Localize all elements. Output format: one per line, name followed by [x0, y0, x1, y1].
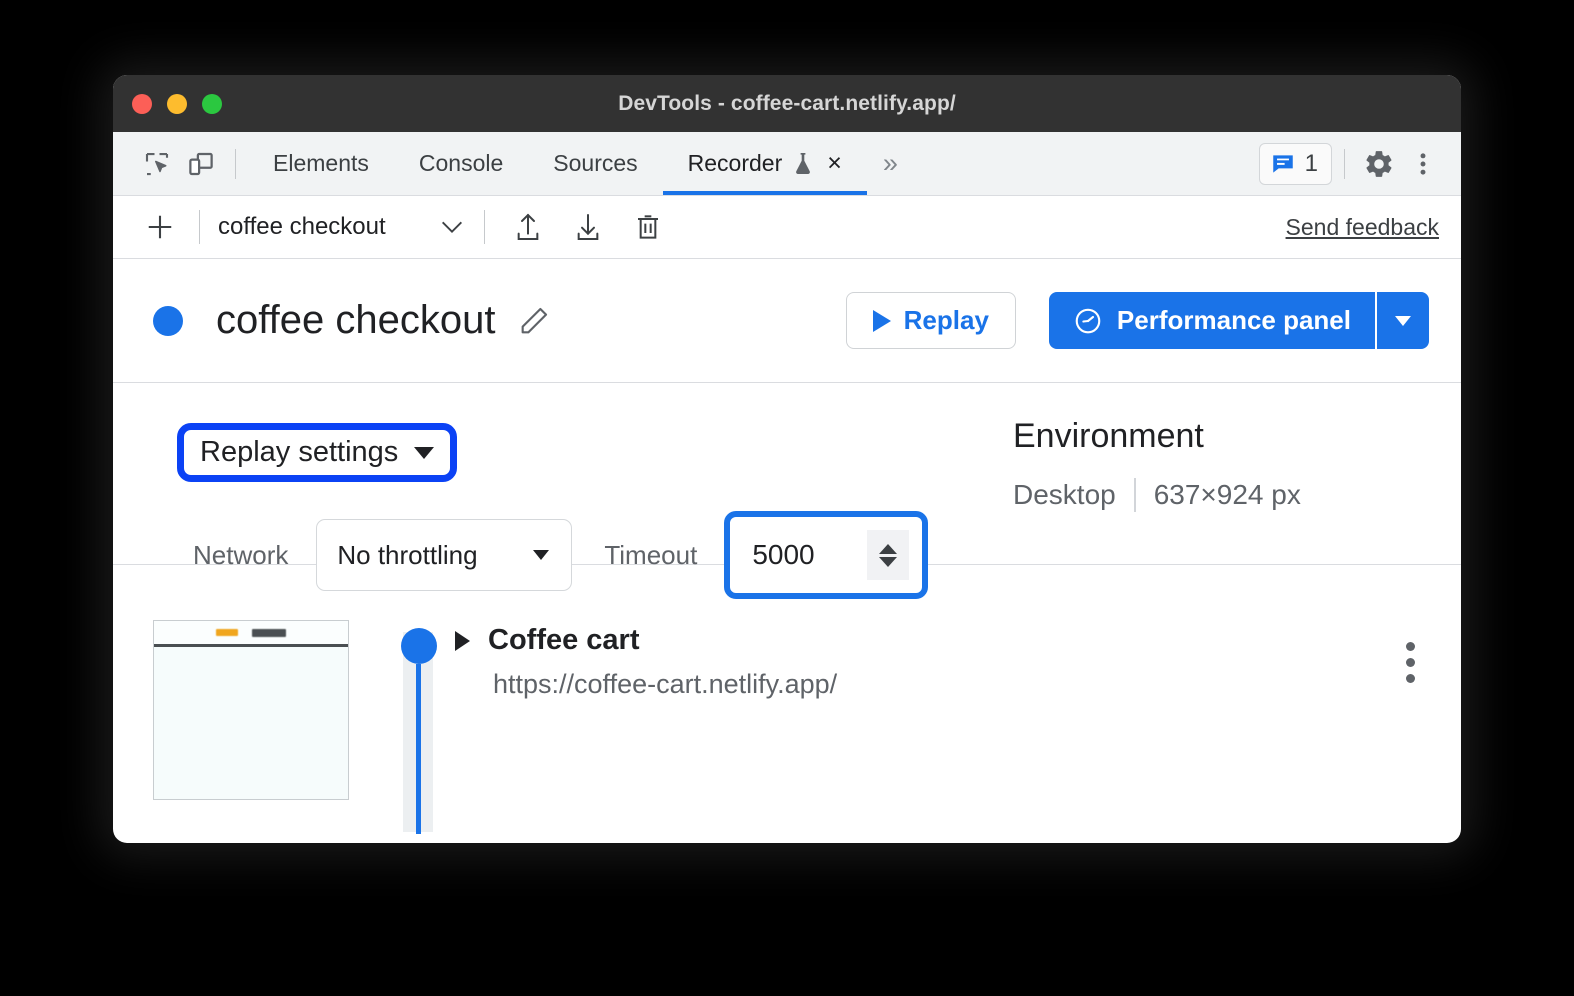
right-divider [1344, 148, 1345, 179]
devtools-tabstrip: Elements Console Sources Recorder × » 1 [113, 132, 1461, 196]
performance-panel-group: Performance panel [1048, 292, 1429, 349]
toolbar-divider [199, 210, 200, 244]
step-body: Coffee cart https://coffee-cart.netlify.… [441, 620, 1461, 800]
recording-status-dot [153, 305, 183, 336]
thumbnail-nav-text [252, 628, 286, 637]
toolbar-divider [235, 148, 236, 179]
issues-icon [1270, 151, 1296, 177]
replay-settings-left: Replay settings Network No throttling Ti… [153, 413, 983, 599]
step-header[interactable]: Coffee cart [455, 624, 1461, 657]
window-title: DevTools - coffee-cart.netlify.app/ [618, 91, 956, 115]
more-tabs-icon[interactable]: » [867, 148, 914, 179]
maximize-window-button[interactable] [202, 93, 222, 114]
tab-label: Elements [273, 150, 369, 176]
experiment-flask-icon [791, 151, 815, 177]
chevron-down-icon [414, 446, 435, 459]
kebab-dot [1406, 658, 1415, 667]
performance-gauge-icon [1073, 306, 1103, 336]
recording-header: coffee checkout Replay Performance panel [113, 259, 1461, 383]
edit-title-icon[interactable] [517, 304, 551, 338]
play-icon [872, 309, 891, 332]
inspect-element-icon[interactable] [135, 142, 179, 186]
export-recording-icon[interactable] [507, 206, 549, 248]
steps-list: Coffee cart https://coffee-cart.netlify.… [113, 565, 1461, 834]
environment-viewport: 637×924 px [1153, 479, 1301, 510]
recording-selector-label[interactable]: coffee checkout [218, 213, 386, 241]
kebab-dot [1406, 674, 1415, 683]
chevron-down-icon[interactable] [438, 217, 466, 237]
delete-recording-icon[interactable] [627, 206, 669, 248]
environment-title: Environment [1013, 417, 1204, 455]
step-timeline [395, 620, 441, 834]
recording-title: coffee checkout [216, 298, 496, 342]
tab-console[interactable]: Console [394, 132, 528, 195]
environment-divider [1133, 478, 1136, 512]
tab-label: Sources [553, 150, 638, 176]
step-url: https://coffee-cart.netlify.app/ [493, 669, 838, 699]
replay-settings-label: Replay settings [200, 436, 399, 468]
tab-elements[interactable]: Elements [248, 132, 394, 195]
panel-tabs: Elements Console Sources Recorder × » [248, 132, 914, 195]
replay-button[interactable]: Replay [845, 292, 1016, 349]
expand-step-icon[interactable] [455, 630, 470, 651]
stepper-up-icon[interactable] [879, 543, 898, 554]
tab-sources[interactable]: Sources [528, 132, 662, 195]
performance-panel-dropdown-button[interactable] [1375, 292, 1429, 349]
step-row: Coffee cart https://coffee-cart.netlify.… [113, 620, 1461, 834]
import-recording-icon[interactable] [567, 206, 609, 248]
minimize-window-button[interactable] [167, 93, 187, 114]
environment-values: Desktop 637×924 px [1013, 478, 1421, 512]
timeline-step-dot[interactable] [401, 628, 437, 664]
environment-device: Desktop [1013, 479, 1116, 510]
replay-settings-toggle[interactable]: Replay settings [196, 434, 438, 471]
tabstrip-right-actions: 1 [1258, 142, 1445, 186]
chevron-down-icon [1395, 315, 1411, 326]
settings-gear-icon[interactable] [1357, 142, 1401, 186]
timeline-connector [416, 664, 421, 834]
thumbnail-header-bar [154, 621, 348, 647]
tab-recorder[interactable]: Recorder × [662, 132, 868, 195]
issues-button[interactable]: 1 [1258, 142, 1332, 185]
replay-button-label: Replay [903, 305, 989, 335]
close-tab-icon[interactable]: × [827, 151, 842, 176]
window-titlebar: DevTools - coffee-cart.netlify.app/ [113, 75, 1461, 132]
replay-settings-section: Replay settings Network No throttling Ti… [113, 383, 1461, 599]
close-window-button[interactable] [132, 93, 152, 114]
tab-label: Recorder [687, 150, 783, 176]
replay-settings-highlight: Replay settings [177, 423, 458, 482]
send-feedback-link[interactable]: Send feedback [1286, 214, 1439, 241]
kebab-dot [1406, 642, 1415, 651]
tab-label: Console [418, 150, 504, 176]
environment-section: Environment Desktop 637×924 px [983, 413, 1421, 564]
more-options-icon[interactable] [1401, 142, 1445, 186]
recording-header-actions: Replay Performance panel [845, 292, 1429, 349]
step-title: Coffee cart [488, 624, 640, 656]
thumbnail-logo [216, 629, 238, 636]
traffic-light-buttons [132, 93, 222, 114]
screenshot-root: DevTools - coffee-cart.netlify.app/ Elem… [0, 0, 1574, 996]
issues-count: 1 [1304, 149, 1318, 177]
performance-panel-label: Performance panel [1116, 305, 1351, 335]
recorder-actions [507, 206, 669, 248]
device-toolbar-icon[interactable] [179, 142, 223, 186]
step-more-options-icon[interactable] [1406, 642, 1415, 683]
step-screenshot-thumbnail [153, 620, 349, 800]
chevron-down-icon [533, 550, 550, 560]
add-recording-button[interactable] [139, 206, 181, 248]
toolbar-divider-2 [483, 210, 485, 244]
devtools-window: DevTools - coffee-cart.netlify.app/ Elem… [113, 75, 1461, 843]
recorder-toolbar: coffee checkout Send feedback [113, 196, 1461, 259]
performance-panel-button[interactable]: Performance panel [1048, 292, 1375, 349]
